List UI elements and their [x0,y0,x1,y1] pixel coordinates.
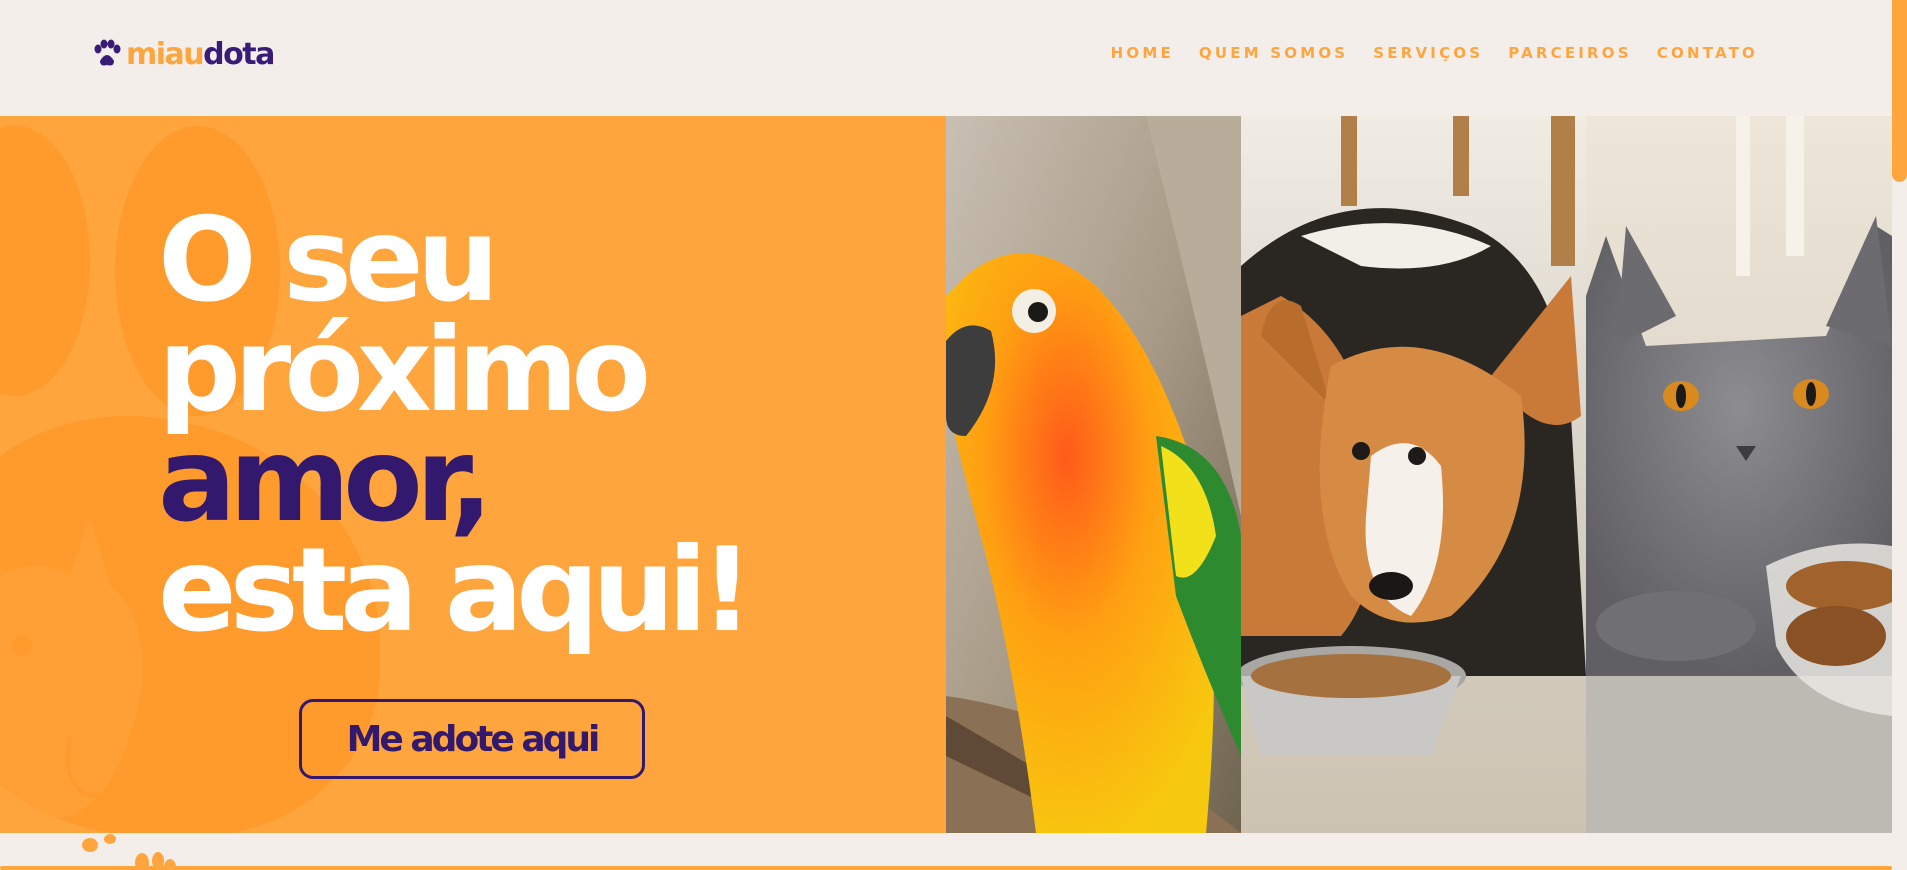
adopt-button[interactable]: Me adote aqui [299,699,645,779]
nav-home[interactable]: HOME [1111,44,1174,62]
nav-servicos[interactable]: SERVIÇOS [1373,44,1483,62]
nav-quem-somos[interactable]: QUEM SOMOS [1199,44,1348,62]
dog-photo [1241,116,1586,833]
hero-title-line-1: O seu [158,193,499,328]
hero-section: O seu próximo amor, esta aqui! Me adote … [0,116,946,833]
site-header: miau dota HOME QUEM SOMOS SERVIÇOS PARCEI… [0,0,1892,116]
scrollbar-thumb[interactable] [1892,0,1907,182]
logo-text-miau: miau [126,36,205,72]
parrot-photo [946,116,1241,833]
hero-title-line-3: amor, [158,413,493,548]
paw-icon [94,39,121,66]
hero-title: O seu próximo amor, esta aqui! [158,193,753,658]
logo[interactable]: miau dota [92,36,275,72]
paw-decoration [0,126,90,396]
hero-title-line-2: próximo [158,303,651,438]
main-nav: HOME QUEM SOMOS SERVIÇOS PARCEIROS CONTA… [1111,44,1758,62]
nav-parceiros[interactable]: PARCEIROS [1508,44,1632,62]
logo-text-dota: dota [203,36,275,72]
nav-contato[interactable]: CONTATO [1657,44,1758,62]
cat-photo [1586,116,1892,833]
hero-title-line-4: esta aqui! [158,523,753,658]
scrollbar[interactable] [1892,0,1907,870]
section-divider [0,866,1892,870]
paw-decoration-bottom [82,834,176,870]
